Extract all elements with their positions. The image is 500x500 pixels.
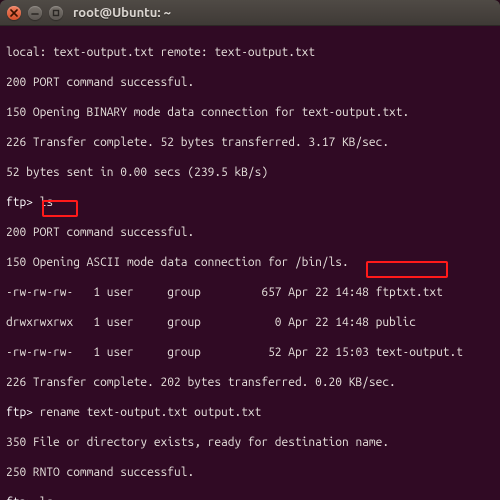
term-line: 150 Opening ASCII mode data connection f…: [6, 255, 494, 270]
term-line: 226 Transfer complete. 202 bytes transfe…: [6, 375, 494, 390]
titlebar[interactable]: root@Ubuntu: ~: [0, 0, 500, 26]
close-icon[interactable]: [7, 6, 21, 20]
window-title: root@Ubuntu: ~: [73, 6, 171, 20]
term-line: 350 File or directory exists, ready for …: [6, 435, 494, 450]
term-line: 250 RNTO command successful.: [6, 465, 494, 480]
ftp-prompt: ftp>: [6, 496, 40, 500]
ftp-prompt: ftp>: [6, 406, 40, 419]
term-line: ftp> ls: [6, 495, 494, 500]
term-line: ftp> ls: [6, 195, 494, 210]
term-line: ftp> rename text-output.txt output.txt: [6, 405, 494, 420]
term-line: -rw-rw-rw- 1 user group 657 Apr 22 14:48…: [6, 285, 494, 300]
term-line: 52 bytes sent in 0.00 secs (239.5 kB/s): [6, 165, 494, 180]
desktop-background: root@Ubuntu: ~ local: text-output.txt re…: [0, 0, 500, 500]
term-line: 226 Transfer complete. 52 bytes transfer…: [6, 135, 494, 150]
term-line: 150 Opening BINARY mode data connection …: [6, 105, 494, 120]
terminal-window: root@Ubuntu: ~ local: text-output.txt re…: [0, 0, 500, 500]
term-line: 200 PORT command successful.: [6, 75, 494, 90]
term-line: -rw-rw-rw- 1 user group 52 Apr 22 15:03 …: [6, 345, 494, 360]
term-line: 200 PORT command successful.: [6, 225, 494, 240]
minimize-icon[interactable]: [28, 6, 42, 20]
ftp-prompt: ftp>: [6, 196, 40, 209]
ftp-command: rename text-output.txt output.txt: [40, 406, 262, 419]
maximize-icon[interactable]: [49, 6, 63, 20]
terminal-body[interactable]: local: text-output.txt remote: text-outp…: [0, 26, 500, 500]
term-line: drwxrwxrwx 1 user group 0 Apr 22 14:48 p…: [6, 315, 494, 330]
ftp-command: ls: [40, 196, 53, 209]
ftp-command: ls: [40, 496, 53, 500]
term-line: local: text-output.txt remote: text-outp…: [6, 45, 494, 60]
